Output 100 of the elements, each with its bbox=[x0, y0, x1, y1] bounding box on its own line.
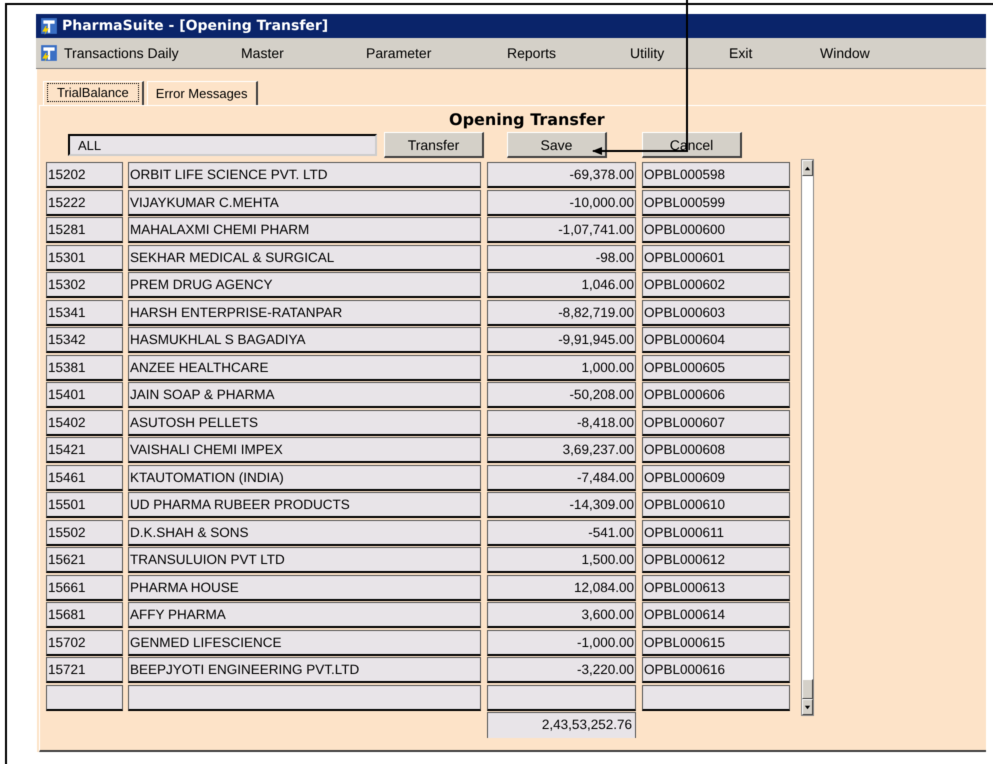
table-cell: D.K.SHAH & SONS bbox=[128, 520, 481, 546]
table-cell: -541.00 bbox=[487, 520, 636, 546]
table-cell: OPBL000611 bbox=[642, 520, 790, 546]
table-cell: 1,000.00 bbox=[487, 354, 636, 380]
table-cell: 15461 bbox=[46, 464, 123, 490]
app-icon[interactable] bbox=[40, 44, 58, 62]
table-cell: OPBL000615 bbox=[642, 630, 790, 656]
table-cell: 12,084.00 bbox=[487, 574, 636, 600]
table-cell: 15381 bbox=[46, 354, 123, 380]
table-cell: 15342 bbox=[46, 327, 123, 353]
table-cell: OPBL000599 bbox=[642, 190, 790, 216]
scrollbar[interactable] bbox=[801, 159, 814, 716]
table-cell: ASUTOSH PELLETS bbox=[128, 410, 481, 436]
table-cell: 15621 bbox=[46, 547, 123, 573]
table-cell: -1,07,741.00 bbox=[487, 217, 636, 243]
table-cell: OPBL000608 bbox=[642, 437, 790, 463]
save-button[interactable]: Save bbox=[507, 132, 607, 158]
table-cell: 15702 bbox=[46, 630, 123, 656]
table-cell: 15281 bbox=[46, 217, 123, 243]
form-heading: Opening Transfer bbox=[449, 110, 605, 129]
table-cell: MAHALAXMI CHEMI PHARM bbox=[128, 217, 481, 243]
table-cell: 15421 bbox=[46, 437, 123, 463]
table-cell: 3,600.00 bbox=[487, 602, 636, 628]
table-cell: ANZEE HEALTHCARE bbox=[128, 354, 481, 380]
up-arrow-icon bbox=[804, 164, 811, 172]
table-cell[interactable] bbox=[642, 684, 790, 710]
menu-item[interactable]: Parameter bbox=[366, 45, 501, 61]
table-cell: -3,220.00 bbox=[487, 657, 636, 683]
table-cell: PHARMA HOUSE bbox=[128, 574, 481, 600]
table-cell: VAISHALI CHEMI IMPEX bbox=[128, 437, 481, 463]
table-cell[interactable] bbox=[46, 684, 123, 710]
table-cell: OPBL000609 bbox=[642, 464, 790, 490]
table-cell: OPBL000613 bbox=[642, 574, 790, 600]
table-cell: -9,91,945.00 bbox=[487, 327, 636, 353]
table-cell: -7,484.00 bbox=[487, 464, 636, 490]
table-cell: 15302 bbox=[46, 272, 123, 298]
table-cell: OPBL000614 bbox=[642, 602, 790, 628]
table-cell: 15341 bbox=[46, 300, 123, 326]
table-cell: 15501 bbox=[46, 492, 123, 518]
table-cell: -8,82,719.00 bbox=[487, 300, 636, 326]
window-title: PharmaSuite - [Opening Transfer] bbox=[62, 18, 328, 34]
table-cell: OPBL000600 bbox=[642, 217, 790, 243]
table-cell: -50,208.00 bbox=[487, 382, 636, 408]
table-cell: OPBL000612 bbox=[642, 547, 790, 573]
table-cell: VIJAYKUMAR C.MEHTA bbox=[128, 190, 481, 216]
scroll-down-button[interactable] bbox=[802, 699, 813, 715]
table-cell: OPBL000604 bbox=[642, 327, 790, 353]
table-cell: OPBL000598 bbox=[642, 162, 790, 188]
table-cell: ORBIT LIFE SCIENCE PVT. LTD bbox=[128, 162, 481, 188]
table-cell: 15222 bbox=[46, 190, 123, 216]
menu-item[interactable]: Master bbox=[241, 45, 360, 61]
table-cell: 15681 bbox=[46, 602, 123, 628]
table-cell: OPBL000605 bbox=[642, 354, 790, 380]
table-cell: 1,046.00 bbox=[487, 272, 636, 298]
table-cell: PREM DRUG AGENCY bbox=[128, 272, 481, 298]
menu-item[interactable]: Reports bbox=[507, 45, 624, 61]
table-cell: 1,500.00 bbox=[487, 547, 636, 573]
tab[interactable]: Error Messages bbox=[146, 81, 258, 105]
table-cell: UD PHARMA RUBEER PRODUCTS bbox=[128, 492, 481, 518]
table-cell: OPBL000601 bbox=[642, 244, 790, 270]
app-icon bbox=[40, 17, 58, 35]
table-cell: 15301 bbox=[46, 244, 123, 270]
table-cell: -10,000.00 bbox=[487, 190, 636, 216]
menu-item[interactable]: Exit bbox=[729, 45, 814, 61]
table-cell: 15202 bbox=[46, 162, 123, 188]
table-cell: 15402 bbox=[46, 410, 123, 436]
table-cell: OPBL000616 bbox=[642, 657, 790, 683]
menu-item[interactable]: Window bbox=[820, 45, 870, 61]
total-cell: 2,43,53,252.76 bbox=[487, 712, 636, 738]
table-cell: -69,378.00 bbox=[487, 162, 636, 188]
table-cell: JAIN SOAP & PHARMA bbox=[128, 382, 481, 408]
menu-item[interactable]: Transactions Daily bbox=[64, 45, 235, 61]
table-cell: SEKHAR MEDICAL & SURGICAL bbox=[128, 244, 481, 270]
table-cell: OPBL000603 bbox=[642, 300, 790, 326]
table-cell: -1,000.00 bbox=[487, 630, 636, 656]
table-cell: -14,309.00 bbox=[487, 492, 636, 518]
down-arrow-icon bbox=[804, 704, 811, 710]
table-cell[interactable] bbox=[128, 684, 481, 710]
filter-field[interactable]: ALL bbox=[68, 134, 377, 156]
table-cell: 15401 bbox=[46, 382, 123, 408]
table-cell: 15721 bbox=[46, 657, 123, 683]
table-cell: HARSH ENTERPRISE-RATANPAR bbox=[128, 300, 481, 326]
table-cell: AFFY PHARMA bbox=[128, 602, 481, 628]
tab[interactable]: TrialBalance bbox=[43, 81, 144, 105]
table-cell: -8,418.00 bbox=[487, 410, 636, 436]
table-cell: OPBL000602 bbox=[642, 272, 790, 298]
table-cell: HASMUKHLAL S BAGADIYA bbox=[128, 327, 481, 353]
table-cell: 15661 bbox=[46, 574, 123, 600]
menu-item[interactable]: Utility bbox=[630, 45, 723, 61]
table-cell: -98.00 bbox=[487, 244, 636, 270]
scroll-up-button[interactable] bbox=[802, 160, 813, 176]
transfer-button[interactable]: Transfer bbox=[384, 132, 484, 158]
scroll-thumb[interactable] bbox=[802, 679, 813, 699]
table-cell: GENMED LIFESCIENCE bbox=[128, 630, 481, 656]
table-cell: OPBL000606 bbox=[642, 382, 790, 408]
table-cell[interactable] bbox=[487, 684, 636, 710]
table-cell: TRANSULUION PVT LTD bbox=[128, 547, 481, 573]
table-cell: OPBL000607 bbox=[642, 410, 790, 436]
table-cell: BEEPJYOTI ENGINEERING PVT.LTD bbox=[128, 657, 481, 683]
table-cell: 15502 bbox=[46, 520, 123, 546]
